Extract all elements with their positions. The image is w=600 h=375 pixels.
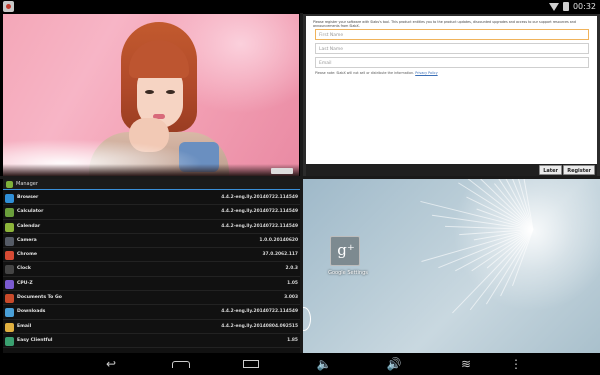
google-settings-label[interactable]: Google Settings [318, 270, 378, 276]
volume-up-icon: 🔊 [386, 357, 402, 371]
menu-button[interactable]: ⋮ [505, 356, 527, 372]
app-version: 4.4.2-eng.lly.20140722.114549 [221, 223, 298, 229]
app-icon [5, 236, 14, 246]
battery-icon [562, 2, 569, 11]
status-icons: 00:32 [548, 0, 596, 13]
app-icon [5, 336, 14, 346]
app-version: 1.05 [287, 280, 298, 286]
wifi-icon [548, 2, 559, 11]
app-manager-pane: Manager Browser 4.4.2-eng.lly.20140722.11… [3, 179, 300, 353]
app-list-row[interactable]: Camera 1.0.0.20140620 [3, 234, 300, 249]
video-control-strip [3, 164, 299, 176]
email-field[interactable]: Email [315, 57, 589, 68]
app-icon [5, 222, 14, 232]
chevron-down-icon: ≋ [460, 357, 472, 371]
app-list-row[interactable]: Browser 4.4.2-eng.lly.20140722.114549 [3, 191, 300, 206]
google-settings-icon[interactable]: g⁺ [330, 236, 360, 266]
recent-apps-button[interactable] [240, 356, 262, 372]
app-name: Easy Clientful [17, 337, 53, 343]
volume-down-button[interactable]: 🔈 [313, 356, 335, 372]
first-name-field[interactable]: First Name [315, 29, 589, 40]
home-icon [172, 361, 190, 368]
video-eye-right [166, 90, 175, 94]
app-name: Downloads [17, 309, 46, 315]
volume-up-button[interactable]: 🔊 [383, 356, 405, 372]
google-settings-glyph: g⁺ [337, 241, 355, 259]
app-list: Browser 4.4.2-eng.lly.20140722.114549 Calc… [3, 191, 300, 349]
app-version: 37.0.2062.117 [262, 252, 298, 258]
screen: 00:32 Please register your software with… [0, 0, 600, 375]
register-button[interactable]: Register [563, 165, 595, 175]
privacy-note-text: Please note: SlabX will not sell or dist… [315, 71, 415, 75]
app-icon [5, 294, 14, 304]
app-icon [5, 251, 14, 261]
app-manager-title: Manager [16, 181, 38, 187]
app-name: Chrome [17, 252, 37, 258]
app-version: 4.4.2-eng.lly.20140722.114549 [221, 309, 298, 315]
last-name-field[interactable]: Last Name [315, 43, 589, 54]
app-name: Calendar [17, 223, 41, 229]
privacy-note: Please note: SlabX will not sell or dist… [315, 71, 438, 75]
app-name: Browser [17, 195, 39, 200]
overflow-menu-icon: ⋮ [510, 357, 522, 371]
horizontal-pane-divider[interactable] [0, 176, 600, 179]
app-list-row[interactable]: Chrome 37.0.2062.117 [3, 248, 300, 263]
app-icon [5, 194, 14, 203]
app-name: CPU-Z [17, 280, 33, 286]
app-version: 4.4.2-eng.lly.20140722.114549 [221, 209, 298, 215]
back-button[interactable]: ↩ [100, 356, 122, 372]
back-icon: ↩ [105, 357, 117, 371]
recent-apps-icon [243, 360, 259, 368]
pane-resize-handle[interactable] [303, 307, 311, 331]
app-icon [5, 322, 14, 332]
privacy-policy-link[interactable]: Privacy Policy [415, 71, 437, 75]
video-controls[interactable] [271, 168, 293, 174]
registration-pane: Please register your software with Slabs… [303, 14, 600, 176]
app-name: Email [17, 323, 32, 329]
app-version: 1.85 [287, 337, 298, 343]
app-name: Camera [17, 237, 37, 243]
app-list-row[interactable]: Calendar 4.4.2-eng.lly.20140722.114549 [3, 220, 300, 234]
app-list-row[interactable]: Clock 2.0.3 [3, 262, 300, 277]
app-icon [5, 308, 14, 318]
video-eye-left [145, 90, 154, 94]
video-player-pane[interactable] [3, 14, 299, 176]
app-list-row[interactable]: Email 4.4.2-eng.lly.20140804.092515 [3, 320, 300, 334]
app-version: 2.0.3 [285, 266, 298, 272]
app-list-row[interactable]: CPU-Z 1.05 [3, 277, 300, 292]
multiwindow-button[interactable]: ≋ [455, 356, 477, 372]
registration-button-bar: Later Register [306, 164, 597, 176]
app-version: 4.4.2-eng.lly.20140804.092515 [221, 323, 298, 329]
app-icon [5, 265, 14, 275]
manager-logo-icon [6, 181, 13, 188]
app-list-row[interactable]: Calculator 4.4.2-eng.lly.20140722.114549 [3, 205, 300, 220]
vertical-pane-divider[interactable] [300, 13, 303, 353]
clock: 00:32 [572, 2, 596, 11]
app-icon [5, 279, 14, 289]
app-name: Clock [17, 266, 31, 272]
app-list-row[interactable]: Easy Clientful 1.85 [3, 334, 300, 349]
app-version: 1.0.0.20140620 [259, 237, 298, 243]
app-manager-header: Manager [3, 179, 300, 190]
registration-intro: Please register your software with Slabs… [313, 20, 576, 28]
app-list-row[interactable]: Downloads 4.4.2-eng.lly.20140722.114549 [3, 305, 300, 320]
volume-down-icon: 🔈 [316, 357, 332, 371]
app-version: 4.4.2-eng.lly.20140722.114549 [221, 195, 298, 200]
later-button[interactable]: Later [539, 165, 562, 175]
registration-form: Please register your software with Slabs… [306, 16, 597, 164]
home-button[interactable] [170, 356, 192, 372]
app-name: Documents To Go [17, 295, 62, 301]
app-name: Calculator [17, 209, 44, 215]
app-version: 3.003 [284, 295, 298, 301]
app-icon [5, 208, 14, 218]
status-bar: 00:32 [0, 0, 600, 13]
app-list-row[interactable]: Documents To Go 3.003 [3, 291, 300, 306]
home-screen-pane: g⁺ Google Settings [303, 179, 600, 353]
navigation-bar: ↩ 🔈 🔊 ≋ ⋮ [0, 353, 600, 375]
app-notification-icon[interactable] [3, 1, 14, 12]
